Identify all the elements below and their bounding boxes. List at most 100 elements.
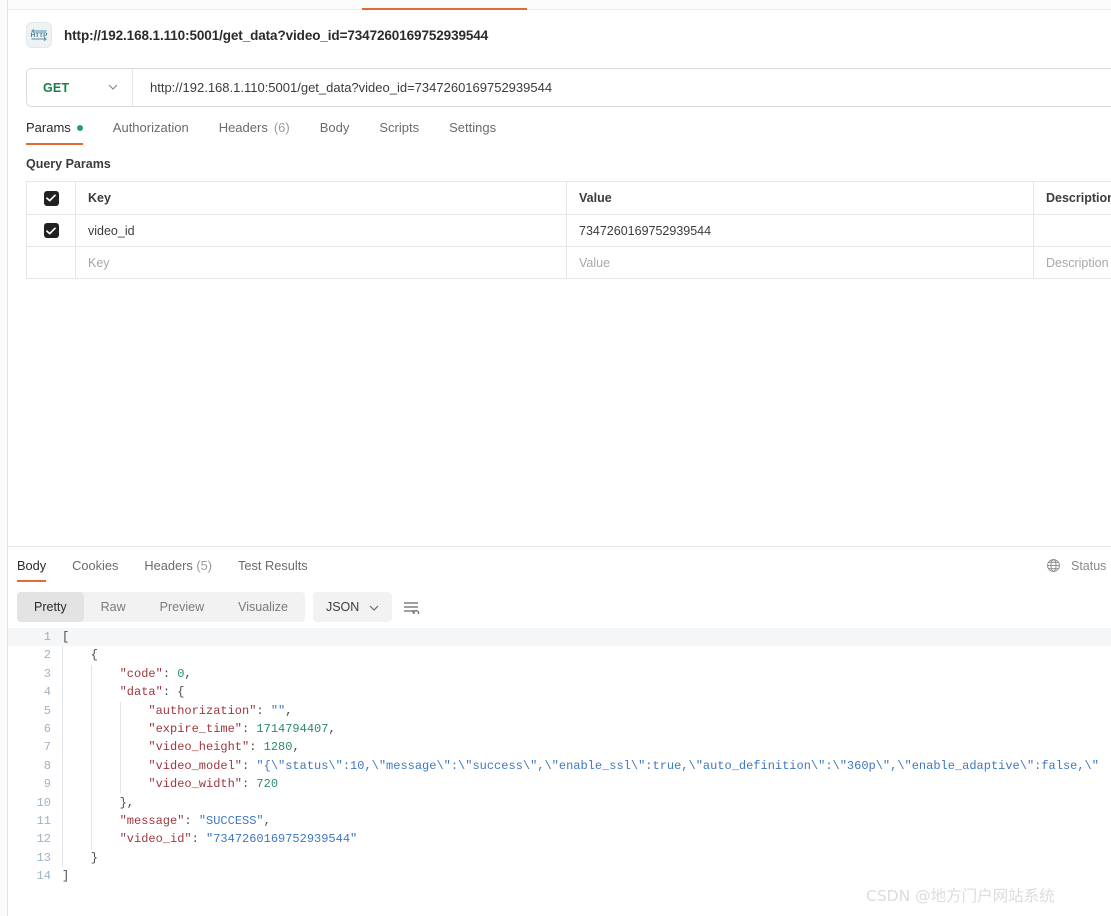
row-enabled-checkbox[interactable]	[43, 223, 59, 238]
request-tabs[interactable]: Params Authorization Headers (6) Body Sc…	[26, 120, 526, 145]
code-line-text: "video_width": 720	[148, 777, 279, 792]
code-line-text: [	[62, 630, 70, 644]
panel-divider[interactable]	[8, 546, 1111, 547]
code-line-text: "video_id": "7347260169752939544"	[119, 832, 358, 847]
empty-row-checkbox-cell[interactable]	[27, 247, 75, 278]
tab-body[interactable]: Body	[320, 120, 350, 145]
indent-guides	[62, 811, 120, 831]
wrap-lines-icon[interactable]	[400, 596, 422, 618]
empty-row-value-cell[interactable]: Value	[566, 247, 1033, 278]
table-row-empty[interactable]: Key Value Description	[27, 247, 1111, 279]
tab-scripts[interactable]: Scripts	[379, 120, 419, 145]
response-tab-body[interactable]: Body	[17, 558, 47, 582]
indent-guides	[62, 646, 91, 665]
response-status-area: Status	[1046, 558, 1111, 573]
line-number: 8	[43, 758, 51, 773]
tab-settings[interactable]: Settings	[449, 120, 496, 145]
indent-guides	[62, 775, 148, 794]
line-number: 6	[43, 721, 51, 736]
indent-guides	[62, 683, 120, 702]
row-value-value: 7347260169752939544	[579, 223, 712, 238]
segment-preview[interactable]: Preview	[143, 592, 221, 622]
line-number: 5	[43, 703, 51, 718]
code-line: 14]	[8, 867, 1111, 885]
segment-raw[interactable]: Raw	[84, 592, 143, 622]
line-number: 1	[43, 630, 51, 644]
content-type-selector[interactable]: JSON	[312, 592, 393, 622]
response-format-segments[interactable]: Pretty Raw Preview Visualize	[17, 592, 305, 622]
column-header-value-label: Value	[579, 191, 612, 205]
segment-visualize-label: Visualize	[238, 600, 288, 614]
row-value-cell[interactable]: 7347260169752939544	[566, 215, 1033, 246]
column-header-description: Description	[1033, 182, 1111, 214]
method-label: GET	[43, 80, 70, 95]
row-key-cell[interactable]: video_id	[75, 215, 566, 246]
select-all-checkbox[interactable]	[43, 190, 59, 206]
column-header-value: Value	[566, 182, 1033, 214]
request-tab-strip[interactable]	[8, 0, 1111, 10]
empty-row-description-cell[interactable]: Description	[1033, 247, 1111, 278]
response-tab-cookies-label: Cookies	[72, 558, 119, 573]
response-tab-headers-count: (5)	[196, 558, 212, 573]
line-number: 2	[43, 648, 51, 663]
svg-text:HTTP: HTTP	[31, 32, 48, 39]
code-line-text: "expire_time": 1714794407,	[148, 721, 336, 736]
tab-settings-label: Settings	[449, 120, 497, 135]
method-selector[interactable]: GET	[27, 69, 133, 106]
code-line-text: "data": {	[119, 685, 185, 700]
row-description-cell[interactable]	[1033, 215, 1111, 246]
code-line-text: "authorization": "",	[148, 703, 293, 718]
code-line: 3 "code": 0,	[8, 664, 1111, 684]
tab-authorization[interactable]: Authorization	[113, 120, 189, 145]
segment-visualize[interactable]: Visualize	[221, 592, 305, 622]
column-header-key-label: Key	[88, 191, 111, 205]
table-row[interactable]: video_id 7347260169752939544	[27, 215, 1111, 247]
segment-raw-label: Raw	[100, 600, 126, 614]
query-params-heading: Query Params	[26, 157, 111, 171]
code-line: 5 "authorization": "",	[8, 701, 1111, 720]
status-label: Status	[1071, 558, 1107, 573]
response-body-code[interactable]: 1[2{3 "code": 0, 4 "data": {5 "authorization…	[8, 628, 1111, 916]
select-all-checkbox-cell[interactable]	[27, 182, 75, 214]
row-checkbox-cell[interactable]	[27, 215, 75, 246]
line-number: 3	[43, 666, 51, 681]
chevron-down-icon	[369, 600, 379, 614]
url-bar[interactable]: GET http://192.168.1.110:5001/get_data?v…	[26, 68, 1111, 107]
segment-pretty[interactable]: Pretty	[17, 592, 84, 622]
column-header-key: Key	[75, 182, 566, 214]
response-tab-headers[interactable]: Headers (5)	[144, 558, 212, 582]
code-line: 9 "video_width": 720	[8, 775, 1111, 794]
line-number: 10	[36, 795, 51, 810]
response-tab-headers-label: Headers	[144, 558, 193, 573]
tab-body-label: Body	[319, 120, 350, 135]
tab-headers-count: (6)	[273, 120, 290, 135]
empty-row-key-cell[interactable]: Key	[75, 247, 566, 278]
response-tab-test-results[interactable]: Test Results	[238, 558, 308, 582]
line-number: 12	[36, 832, 51, 847]
code-line-text: "video_model": "{\"status\":10,\"message…	[148, 758, 1099, 773]
code-line-text: "code": 0,	[119, 666, 192, 681]
indent-guides	[62, 719, 148, 739]
tab-headers[interactable]: Headers (6)	[219, 120, 290, 145]
code-line: 6 "expire_time": 1714794407,	[8, 719, 1111, 739]
response-view-toolbar[interactable]: Pretty Raw Preview Visualize JSON	[17, 592, 422, 622]
tab-params[interactable]: Params	[26, 120, 83, 145]
code-line: 13}	[8, 848, 1111, 868]
chevron-down-icon	[108, 83, 118, 93]
response-tab-cookies[interactable]: Cookies	[72, 558, 118, 582]
segment-pretty-label: Pretty	[34, 600, 67, 614]
code-line-text: }	[90, 850, 98, 865]
code-line-text: "video_height": 1280,	[148, 740, 300, 755]
tab-params-label: Params	[26, 120, 71, 135]
line-number: 4	[43, 685, 51, 700]
left-rail	[0, 0, 8, 916]
code-line-text: "message": "SUCCESS",	[119, 813, 271, 828]
active-tab-underline	[362, 8, 527, 10]
code-line: 10},	[8, 793, 1111, 812]
indent-guides	[62, 830, 120, 849]
url-input[interactable]: http://192.168.1.110:5001/get_data?video…	[133, 69, 1111, 106]
indent-guides	[62, 701, 148, 720]
code-line: 11 "message": "SUCCESS",	[8, 811, 1111, 831]
response-tabs[interactable]: Body Cookies Headers (5) Test Results	[17, 558, 334, 582]
line-number: 14	[36, 869, 51, 884]
